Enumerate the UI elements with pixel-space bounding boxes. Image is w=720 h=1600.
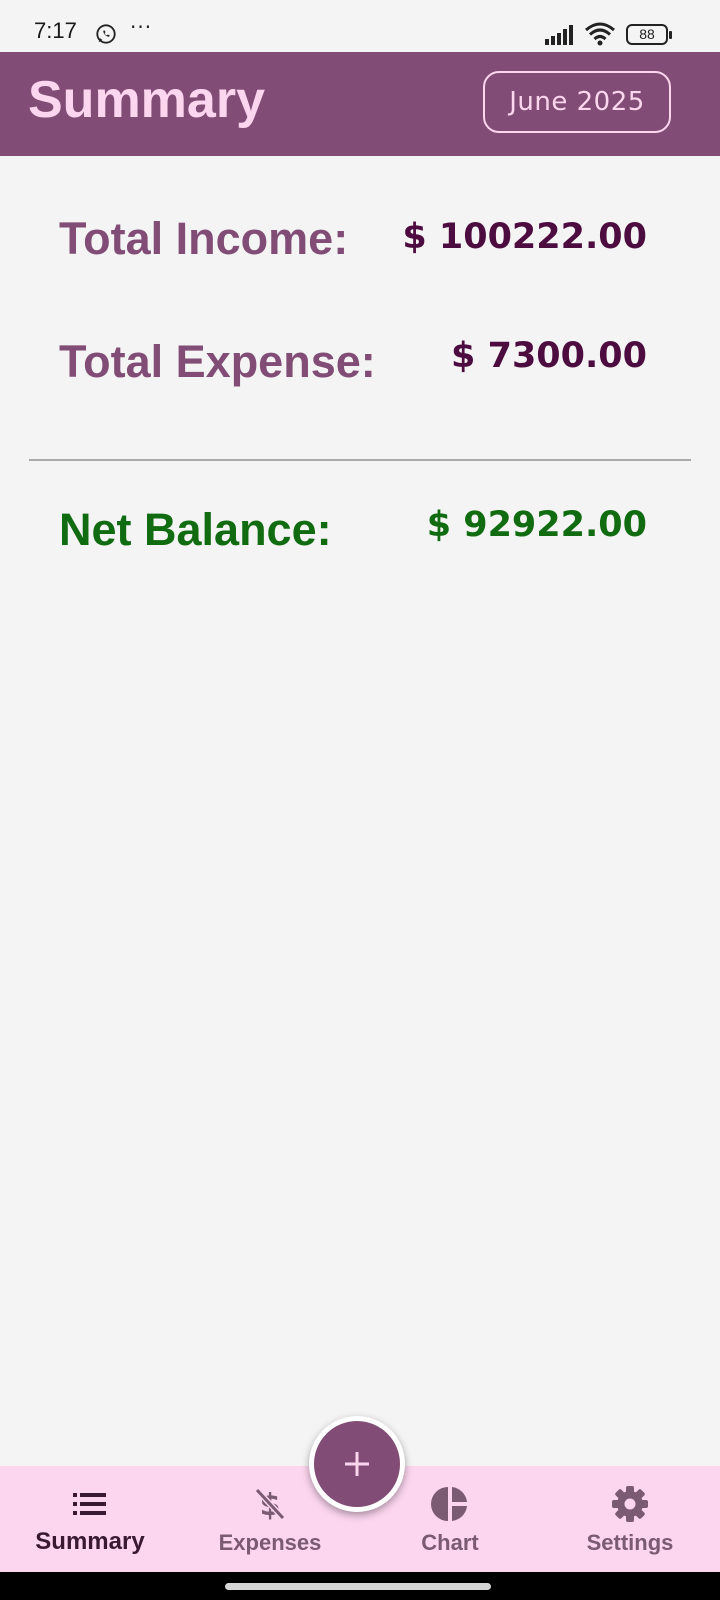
whatsapp-icon: [96, 24, 116, 44]
plus-icon: [345, 1452, 369, 1476]
money-off-icon: $: [254, 1487, 286, 1523]
battery-level: 88: [639, 26, 655, 42]
system-navigation-bar: [0, 1572, 720, 1600]
battery-icon: 88: [626, 24, 674, 46]
income-value: $ 100222.00: [402, 217, 647, 257]
month-picker-button[interactable]: June 2025: [483, 71, 671, 133]
nav-label-settings: Settings: [586, 1530, 674, 1555]
nav-item-summary[interactable]: Summary: [0, 1466, 180, 1572]
notification-dots: ···: [130, 15, 153, 39]
list-icon: [73, 1493, 106, 1515]
home-indicator[interactable]: [225, 1583, 491, 1590]
income-label: Total Income:: [59, 213, 349, 264]
expense-value: $ 7300.00: [451, 336, 647, 376]
expense-label: Total Expense:: [59, 336, 376, 387]
nav-item-settings[interactable]: Settings: [540, 1466, 720, 1572]
net-balance-label: Net Balance:: [59, 504, 332, 555]
signal-icon: [545, 25, 573, 45]
net-balance-value: $ 92922.00: [426, 505, 647, 545]
page-title: Summary: [28, 71, 265, 129]
status-time: 7:17: [34, 18, 77, 43]
nav-label-expenses: Expenses: [218, 1530, 322, 1555]
nav-label-chart: Chart: [421, 1530, 479, 1555]
app-header: Summary June 2025: [0, 52, 720, 156]
status-bar: 7:17 ··· 88: [0, 0, 720, 52]
pie-chart-icon: [430, 1487, 467, 1521]
wifi-icon: [585, 22, 615, 46]
gear-icon: [612, 1486, 648, 1522]
divider: [29, 459, 691, 461]
add-transaction-button[interactable]: [309, 1416, 405, 1512]
nav-label-summary: Summary: [35, 1528, 145, 1555]
